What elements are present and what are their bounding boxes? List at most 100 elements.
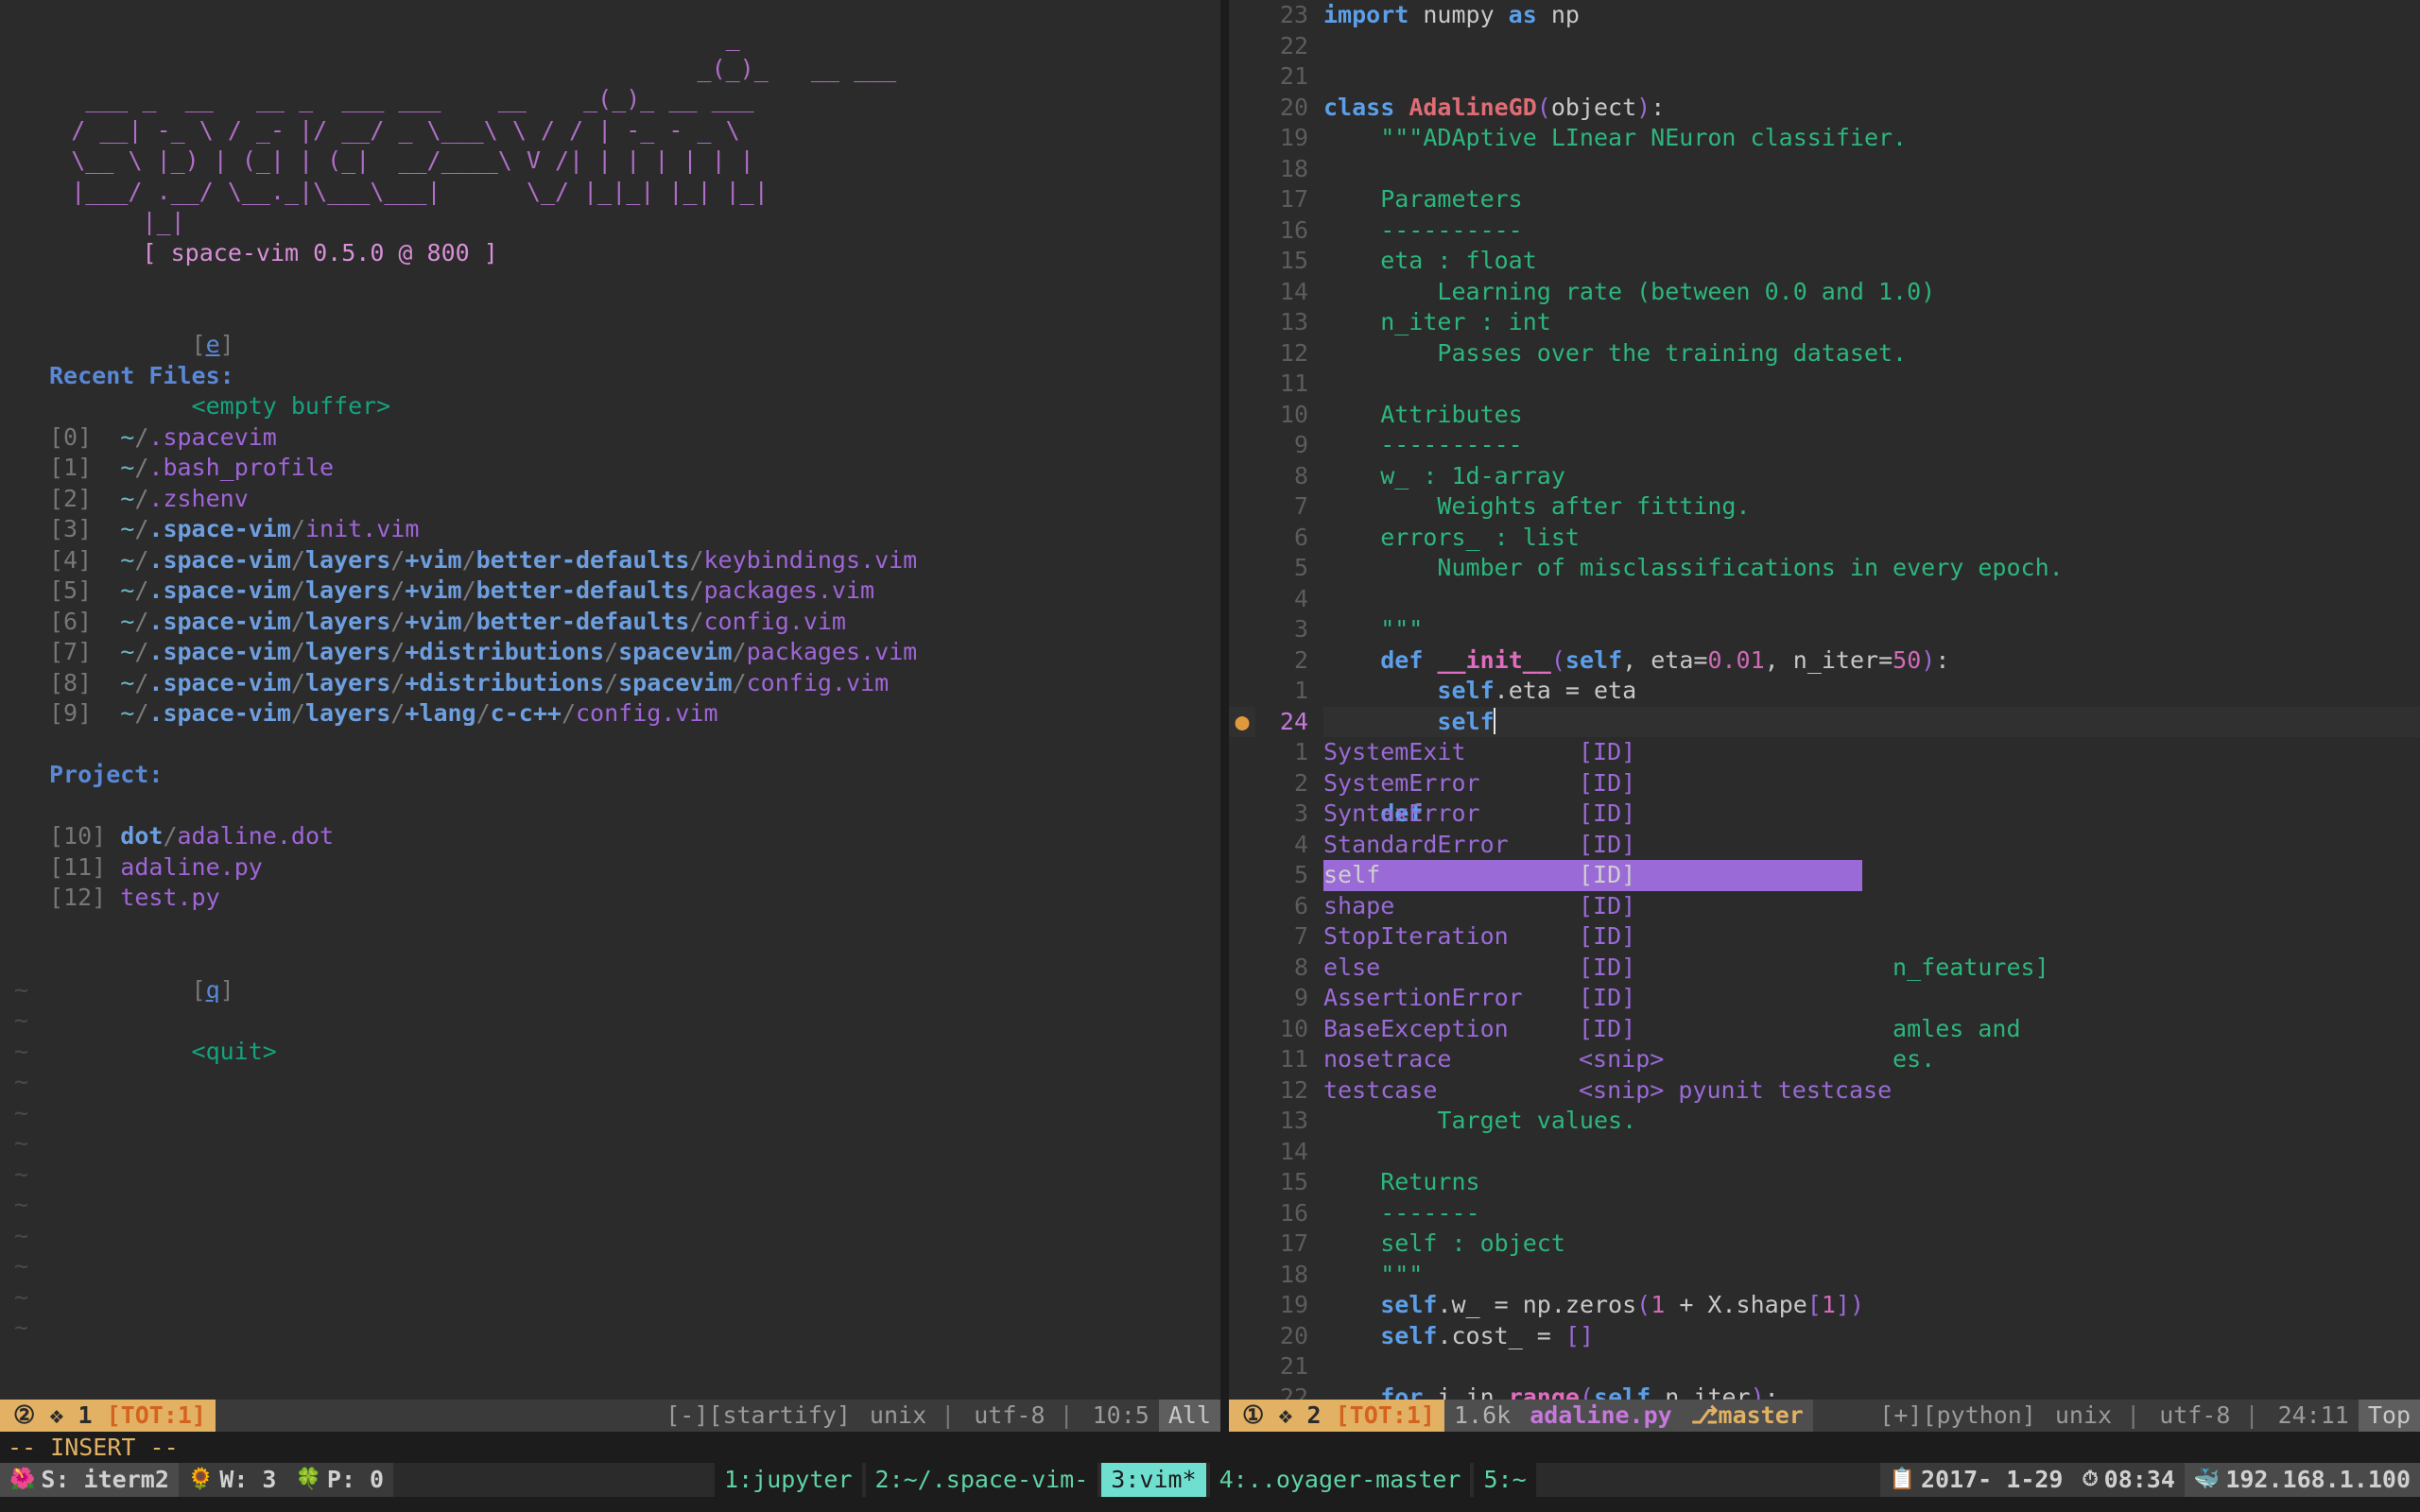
code-line[interactable]: 18 """ bbox=[1229, 1259, 2420, 1290]
statusline-left-position: 10:5 bbox=[1082, 1400, 1159, 1432]
code-line[interactable]: 16 ------- bbox=[1229, 1197, 2420, 1228]
completion-item[interactable]: shape [ID] bbox=[1323, 891, 1862, 922]
code-line[interactable]: 4 bbox=[1229, 583, 2420, 614]
statusline-left-mode[interactable]: ② ❖ 1 [TOT:1] bbox=[0, 1400, 216, 1432]
code-line[interactable]: 15 Returns bbox=[1229, 1167, 2420, 1198]
completion-item[interactable]: SystemError [ID] bbox=[1323, 768, 1862, 799]
startify-pane[interactable]: _ _(_)_ __ ___ ___ _ __ __ _ ___ ___ __ … bbox=[0, 0, 1220, 1400]
completion-word: SyntaxError bbox=[1323, 799, 1480, 827]
code-line[interactable]: 13 n_iter : int bbox=[1229, 307, 2420, 338]
code-line[interactable]: 15 eta : float bbox=[1229, 246, 2420, 277]
statusline-right-filename[interactable]: adaline.py bbox=[1520, 1400, 1682, 1432]
sign-column bbox=[1229, 154, 1255, 185]
statusline-right-mode[interactable]: ① ❖ 2 [TOT:1] bbox=[1229, 1400, 1444, 1432]
code-line[interactable]: 21 bbox=[1229, 61, 2420, 93]
completion-item[interactable]: SyntaxError [ID] bbox=[1323, 799, 1862, 830]
tmux-window-count-label: W: 3 bbox=[219, 1466, 277, 1493]
code-line[interactable]: 22 for i in range(self.n_iter): bbox=[1229, 1382, 2420, 1400]
home-tilde: ~ bbox=[120, 454, 135, 481]
completion-item[interactable]: StandardError [ID] bbox=[1323, 830, 1862, 861]
completion-item[interactable]: BaseException [ID] bbox=[1323, 1014, 1862, 1045]
code-line[interactable]: 19 self.w_ = np.zeros(1 + X.shape[1]) bbox=[1229, 1290, 2420, 1321]
code-line[interactable]: 22 bbox=[1229, 30, 2420, 61]
startify-key: [2] bbox=[49, 484, 93, 512]
completion-item[interactable]: SystemExit [ID] bbox=[1323, 737, 1862, 768]
code-line[interactable]: 20 self.cost_ = [] bbox=[1229, 1320, 2420, 1351]
code-line-text: import numpy as np bbox=[1323, 0, 2420, 31]
statusline-left-percent: All bbox=[1158, 1400, 1220, 1432]
startify-item-quit[interactable]: [q] <quit> bbox=[0, 944, 1220, 1065]
code-line-text: self bbox=[1323, 707, 2420, 738]
completion-item[interactable]: nosetrace <snip> bbox=[1323, 1044, 1862, 1075]
code-line[interactable]: 17 self : object bbox=[1229, 1228, 2420, 1260]
home-tilde: ~ bbox=[120, 699, 135, 727]
startify-file-item[interactable]: [7] ~/.space-vim/layers/+distributions/s… bbox=[0, 637, 1220, 668]
sign-column bbox=[1229, 1167, 1255, 1198]
code-line[interactable]: 10 Attributes bbox=[1229, 399, 2420, 430]
clover-icon: 🍀 bbox=[295, 1468, 321, 1491]
code-line[interactable]: 20 class AdalineGD(object): bbox=[1229, 92, 2420, 123]
code-line[interactable]: 9 ---------- bbox=[1229, 430, 2420, 461]
startify-file-item[interactable]: [12] test.py bbox=[0, 883, 1220, 914]
code-line[interactable]: 3 """ bbox=[1229, 614, 2420, 645]
tmux-session-status[interactable]: 🌺 S: iterm2 bbox=[0, 1463, 179, 1497]
code-line[interactable]: 19 """ADAptive LInear NEuron classifier. bbox=[1229, 123, 2420, 154]
startify-file-item[interactable]: [2] ~/.zshenv bbox=[0, 484, 1220, 515]
startify-file-item[interactable]: [1] ~/.bash_profile bbox=[0, 453, 1220, 484]
startify-file-item[interactable]: [8] ~/.space-vim/layers/+distributions/s… bbox=[0, 668, 1220, 699]
startify-file-item[interactable]: [5] ~/.space-vim/layers/+vim/better-defa… bbox=[0, 576, 1220, 607]
tmux-window-tab[interactable]: 4:..oyager-master bbox=[1209, 1463, 1471, 1497]
completion-item[interactable]: testcase <snip> pyunit testcase bbox=[1323, 1075, 1892, 1107]
completion-popup[interactable]: SystemExit [ID] SystemError [ID] SyntaxError… bbox=[1323, 737, 1892, 1107]
completion-word: self bbox=[1323, 861, 1381, 888]
completion-item[interactable]: StopIteration [ID] bbox=[1323, 921, 1862, 953]
pane-divider[interactable] bbox=[1220, 0, 1229, 1400]
code-line[interactable]: 11 bbox=[1229, 369, 2420, 400]
code-line[interactable]: 12 Passes over the training dataset. bbox=[1229, 337, 2420, 369]
path-filename: config.vim bbox=[576, 699, 718, 727]
path-separator: / bbox=[290, 638, 305, 665]
startify-file-item[interactable]: [11] adaline.py bbox=[0, 852, 1220, 884]
completion-kind: [ID] bbox=[1579, 891, 1636, 919]
startify-file-item[interactable]: [6] ~/.space-vim/layers/+vim/better-defa… bbox=[0, 607, 1220, 638]
code-line[interactable]: 14 bbox=[1229, 1136, 2420, 1167]
code-line[interactable]: 16 ---------- bbox=[1229, 215, 2420, 247]
startify-item-empty-buffer[interactable]: [e] <empty buffer> bbox=[0, 300, 1220, 420]
startify-file-item[interactable]: [3] ~/.space-vim/init.vim bbox=[0, 514, 1220, 545]
code-line[interactable]: 7 Weights after fitting. bbox=[1229, 491, 2420, 523]
code-token: eta : float bbox=[1323, 247, 1537, 274]
startify-file-item[interactable]: [4] ~/.space-vim/layers/+vim/better-defa… bbox=[0, 545, 1220, 576]
completion-item[interactable]: else [ID] bbox=[1323, 953, 1862, 984]
code-line[interactable]: 1 self.eta = eta bbox=[1229, 676, 2420, 707]
code-line[interactable]: 17 Parameters bbox=[1229, 184, 2420, 215]
startify-file-item[interactable]: [0] ~/.spacevim bbox=[0, 422, 1220, 454]
tmux-window-tab-active[interactable]: 3:vim* bbox=[1101, 1463, 1206, 1497]
code-line[interactable]: 18 bbox=[1229, 153, 2420, 185]
tmux-window-tab[interactable]: 1:jupyter bbox=[715, 1463, 862, 1497]
code-line-current[interactable]: ● 24 self bbox=[1229, 706, 2420, 738]
code-line[interactable]: 5 Number of misclassifications in every … bbox=[1229, 553, 2420, 584]
code-line[interactable]: 6 errors_ : list bbox=[1229, 522, 2420, 553]
statusline-right-branch[interactable]: ⎇ master bbox=[1681, 1400, 1813, 1432]
code-line[interactable]: 2 def __init__(self, eta=0.01, n_iter=50… bbox=[1229, 644, 2420, 676]
code-line[interactable]: 14 Learning rate (between 0.0 and 1.0) bbox=[1229, 276, 2420, 307]
completion-item[interactable]: self [ID] bbox=[1323, 860, 1862, 891]
tmux-window-tab[interactable]: 2:~/.space-vim- bbox=[865, 1463, 1098, 1497]
code-pane[interactable]: 23 import numpy as np 22 21 20 class Adali… bbox=[1229, 0, 2420, 1400]
path-separator: / bbox=[604, 668, 619, 696]
code-line[interactable]: 8 w_ : 1d-array bbox=[1229, 460, 2420, 491]
code-line[interactable]: 13 Target values. bbox=[1229, 1106, 2420, 1137]
tmux-window-tab[interactable]: 5:~ bbox=[1474, 1463, 1536, 1497]
startify-file-item[interactable]: [9] ~/.space-vim/layers/+lang/c-c++/conf… bbox=[0, 698, 1220, 730]
path-filename: adaline.py bbox=[120, 852, 263, 881]
code-line[interactable]: 21 bbox=[1229, 1351, 2420, 1383]
code-buffer[interactable]: 23 import numpy as np 22 21 20 class Adali… bbox=[1229, 0, 2420, 1400]
code-line[interactable]: 23 import numpy as np bbox=[1229, 0, 2420, 31]
vim-command-line[interactable]: -- INSERT -- bbox=[0, 1432, 2420, 1464]
startify-file-item[interactable]: [10] dot/adaline.dot bbox=[0, 821, 1220, 852]
completion-item[interactable]: AssertionError [ID] bbox=[1323, 983, 1862, 1014]
path-filename: .zshenv bbox=[148, 484, 249, 512]
sign-column bbox=[1229, 215, 1255, 247]
